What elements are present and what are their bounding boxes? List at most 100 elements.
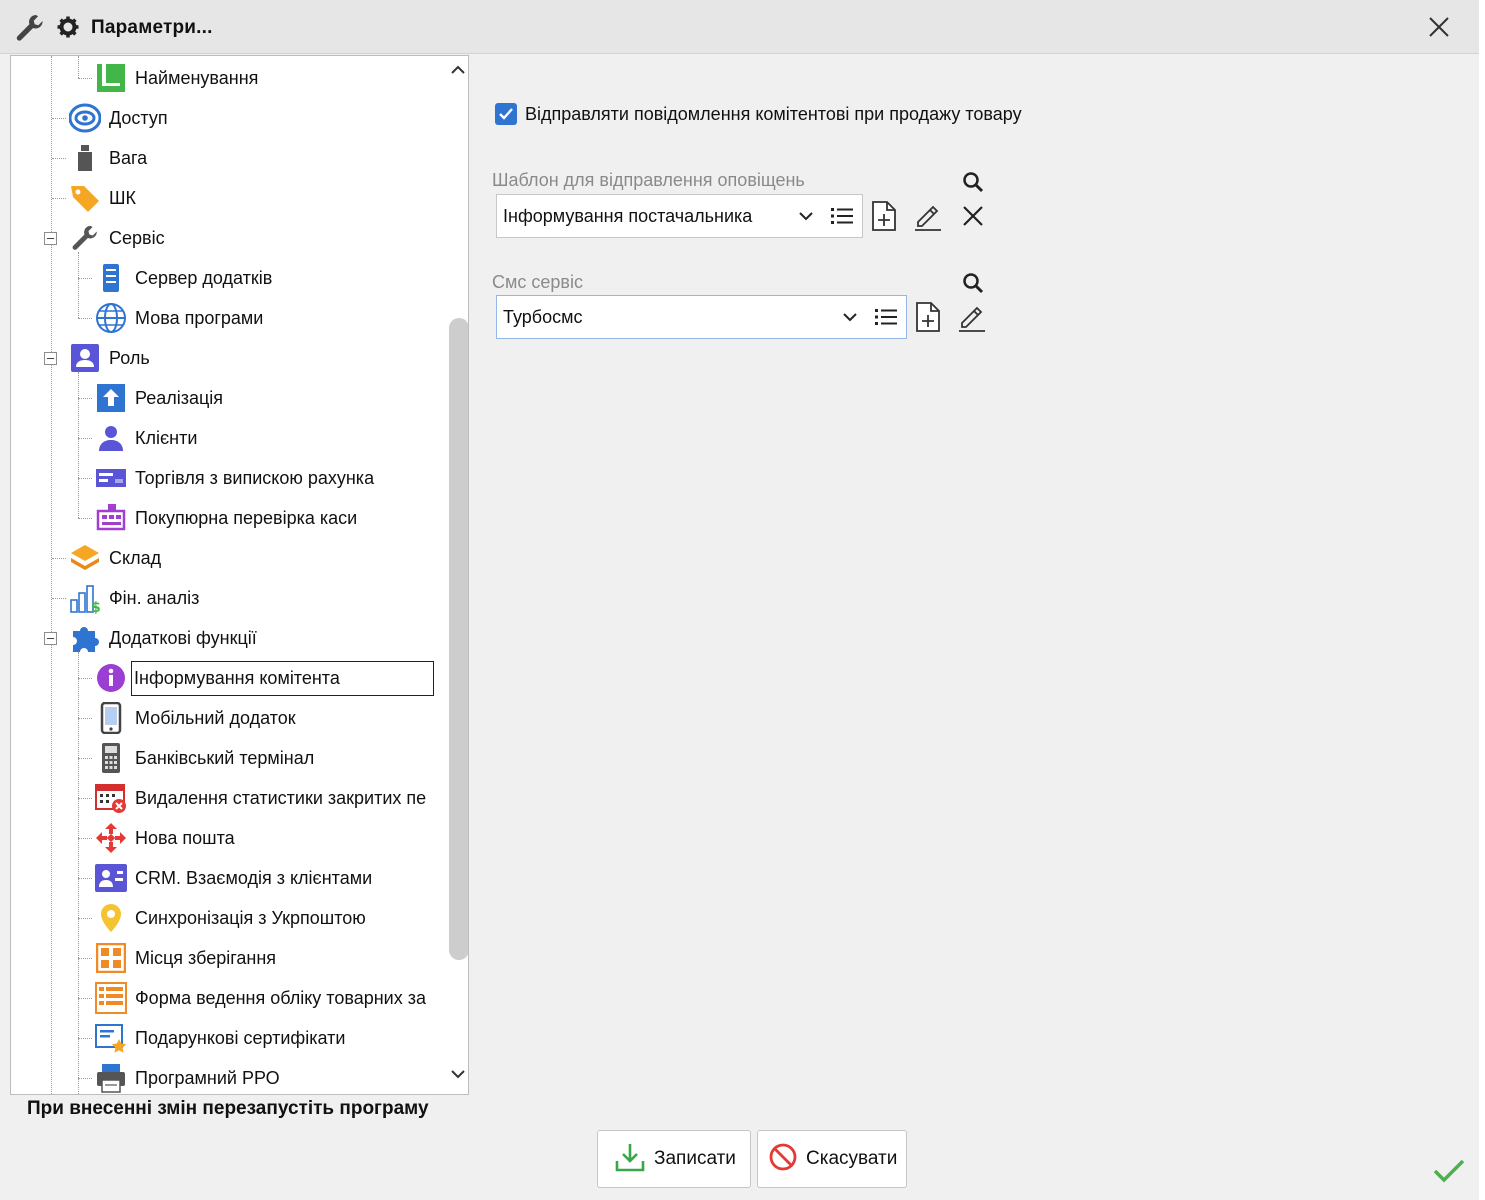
tree-item-software-rro[interactable]: Програмний РРО xyxy=(95,1058,282,1094)
cancel-button[interactable]: Скасувати xyxy=(757,1130,907,1188)
scrollbar-thumb[interactable] xyxy=(449,318,468,960)
sms-field-label: Смс сервіс xyxy=(492,272,583,292)
tree-item-label: Видалення статистики закритих пе xyxy=(135,787,427,808)
terminal-icon xyxy=(95,742,127,774)
invoice-icon xyxy=(95,462,127,494)
eye-icon xyxy=(69,102,101,134)
tree-item-barcode[interactable]: ШК xyxy=(69,178,138,218)
tree-item-mobile-app[interactable]: Мобільний додаток xyxy=(95,698,298,738)
tree-item-bank-terminal[interactable]: Банківський термінал xyxy=(95,738,316,778)
tree-item-label: ШК xyxy=(109,187,136,208)
template-select[interactable]: Інформування постачальника xyxy=(496,194,863,238)
tree-item-label: Нова пошта xyxy=(135,827,235,848)
tree-item-fin-analysis[interactable]: $ Фін. аналіз xyxy=(69,578,201,618)
finance-chart-icon: $ xyxy=(69,582,101,614)
tree-guide-line xyxy=(78,252,79,318)
tree-item-nova-poshta[interactable]: Нова пошта xyxy=(95,818,237,858)
tree-item-label: CRM. Взаємодія з клієнтами xyxy=(135,867,373,888)
tree-guide-line xyxy=(78,518,92,519)
tree-guide-line xyxy=(78,478,92,479)
tree-item-label: Мова програми xyxy=(135,307,264,328)
notify-consignor-checkbox[interactable]: Відправляти повідомлення комітентові при… xyxy=(495,103,1022,125)
collapse-role-toggle[interactable] xyxy=(44,352,57,365)
restart-note: При внесенні змін перезапустіть програму xyxy=(27,1098,429,1119)
settings-tree[interactable]: Найменування Доступ Вага ШК Сервіс Серве… xyxy=(10,55,469,1095)
tree-item-label: Додаткові функції xyxy=(109,627,257,648)
sms-select-value: Турбосмс xyxy=(503,306,583,327)
tree-item-service[interactable]: Сервіс xyxy=(69,218,167,258)
settings-content: Відправляти повідомлення комітентові при… xyxy=(469,55,1479,1200)
tree-guide-line xyxy=(78,718,92,719)
clear-x-icon[interactable] xyxy=(956,199,990,233)
tree-item-cash-check[interactable]: Покупюрна перевірка каси xyxy=(95,498,359,538)
tree-item-role[interactable]: Роль xyxy=(69,338,152,378)
tree-item-invoice-trade[interactable]: Торгівля з випискою рахунка xyxy=(95,458,376,498)
tree-guide-line xyxy=(52,158,66,159)
collapse-service-toggle[interactable] xyxy=(44,232,57,245)
tree-item-clients[interactable]: Клієнти xyxy=(95,418,199,458)
chevron-down-icon[interactable] xyxy=(450,1068,466,1086)
tree-guide-line xyxy=(78,758,92,759)
tag-icon xyxy=(69,182,101,214)
tree-item-access[interactable]: Доступ xyxy=(69,98,170,138)
tree-item-crm[interactable]: CRM. Взаємодія з клієнтами xyxy=(95,858,374,898)
sms-service-select[interactable]: Турбосмс xyxy=(496,295,907,339)
tree-item-warehouse[interactable]: Склад xyxy=(69,538,163,578)
tree-guide-line xyxy=(52,598,66,599)
chevron-down-icon[interactable] xyxy=(790,211,822,221)
edit-pencil-icon[interactable] xyxy=(955,300,989,334)
tree-guide-line xyxy=(51,56,52,1094)
tree-item-ukrposhta-sync[interactable]: Синхронізація з Укрпоштою xyxy=(95,898,368,938)
tree-item-delete-statistics[interactable]: Видалення статистики закритих пе xyxy=(95,778,428,818)
window-edge xyxy=(1479,0,1485,1200)
add-document-icon[interactable] xyxy=(911,300,945,334)
tree-guide-line xyxy=(78,56,79,78)
certificate-icon xyxy=(95,1022,127,1054)
mobile-icon xyxy=(95,702,127,734)
search-icon[interactable] xyxy=(956,266,990,300)
crm-icon xyxy=(95,862,127,894)
tree-item-weight[interactable]: Вага xyxy=(69,138,149,178)
search-icon[interactable] xyxy=(956,165,990,199)
close-icon[interactable] xyxy=(1428,16,1450,43)
title-bar: Параметри... xyxy=(0,0,1480,54)
tree-item-label: Програмний РРО xyxy=(135,1067,280,1088)
tree-guide-line xyxy=(78,838,92,839)
tree-guide-line xyxy=(52,118,66,119)
tree-item-sales[interactable]: Реалізація xyxy=(95,378,225,418)
save-button[interactable]: Записати xyxy=(597,1130,751,1188)
tree-item-consignor-info[interactable]: Інформування комітента xyxy=(95,658,434,698)
tree-guide-line xyxy=(78,878,92,879)
globe-icon xyxy=(95,302,127,334)
list-icon[interactable] xyxy=(866,308,906,326)
form-list-icon xyxy=(95,982,127,1014)
tree-item-language[interactable]: Мова програми xyxy=(95,298,265,338)
tree-guide-line xyxy=(78,278,92,279)
tree-scrollbar[interactable] xyxy=(446,56,468,1094)
tree-item-label: Фін. аналіз xyxy=(109,587,200,608)
tree-item-gift-certificates[interactable]: Подарункові сертифікати xyxy=(95,1018,347,1058)
tree-item-naming[interactable]: Найменування xyxy=(95,58,260,98)
checkbox-checked-icon[interactable] xyxy=(495,103,517,125)
tree-item-label: Сервер додатків xyxy=(135,267,273,288)
tree-item-label: Доступ xyxy=(109,107,168,128)
chevron-down-icon[interactable] xyxy=(834,312,866,322)
tree-item-extra-functions[interactable]: Додаткові функції xyxy=(69,618,259,658)
chevron-up-icon[interactable] xyxy=(450,62,466,80)
calendar-delete-icon xyxy=(95,782,127,814)
add-document-icon[interactable] xyxy=(867,199,901,233)
tree-guide-line xyxy=(52,198,66,199)
map-pin-icon xyxy=(95,902,127,934)
edit-pencil-icon[interactable] xyxy=(911,199,945,233)
tree-item-app-server[interactable]: Сервер додатків xyxy=(95,258,274,298)
tree-guide-line xyxy=(78,998,92,999)
tree-guide-line xyxy=(78,78,92,79)
tree-item-accounting-form[interactable]: Форма ведення обліку товарних за xyxy=(95,978,428,1018)
tree-item-label: Покупюрна перевірка каси xyxy=(135,507,358,528)
puzzle-icon xyxy=(69,622,101,654)
wrench-icon xyxy=(69,222,101,254)
collapse-extra-functions-toggle[interactable] xyxy=(44,632,57,645)
tree-item-storage-places[interactable]: Місця зберігання xyxy=(95,938,278,978)
list-icon[interactable] xyxy=(822,207,862,225)
tree-guide-line xyxy=(52,558,66,559)
